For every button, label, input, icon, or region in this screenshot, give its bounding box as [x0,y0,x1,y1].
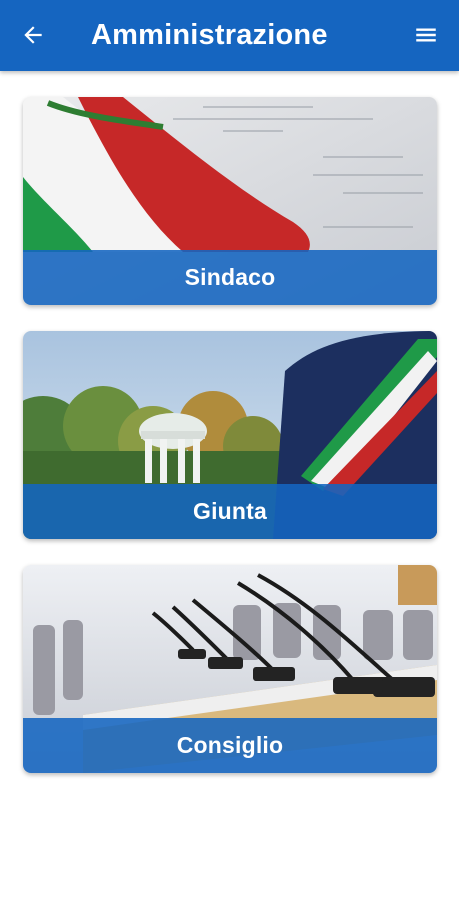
card-label: Consiglio [176,732,284,758]
arrow-left-icon [24,26,42,44]
back-button[interactable] [14,16,52,54]
hamburger-menu-icon [416,28,436,42]
card-giunta[interactable]: Giunta [23,331,437,539]
card-banner: Consiglio [23,718,437,773]
app-bar: Amministrazione [0,0,459,71]
card-label: Giunta [192,498,268,524]
card-banner: Sindaco [23,250,437,305]
card-sindaco[interactable]: Sindaco [23,97,437,305]
card-label: Sindaco [184,264,276,290]
card-banner: Giunta [23,484,437,539]
menu-button[interactable] [407,16,445,54]
page-title: Amministrazione [91,19,328,51]
card-consiglio[interactable]: Consiglio [23,565,437,773]
